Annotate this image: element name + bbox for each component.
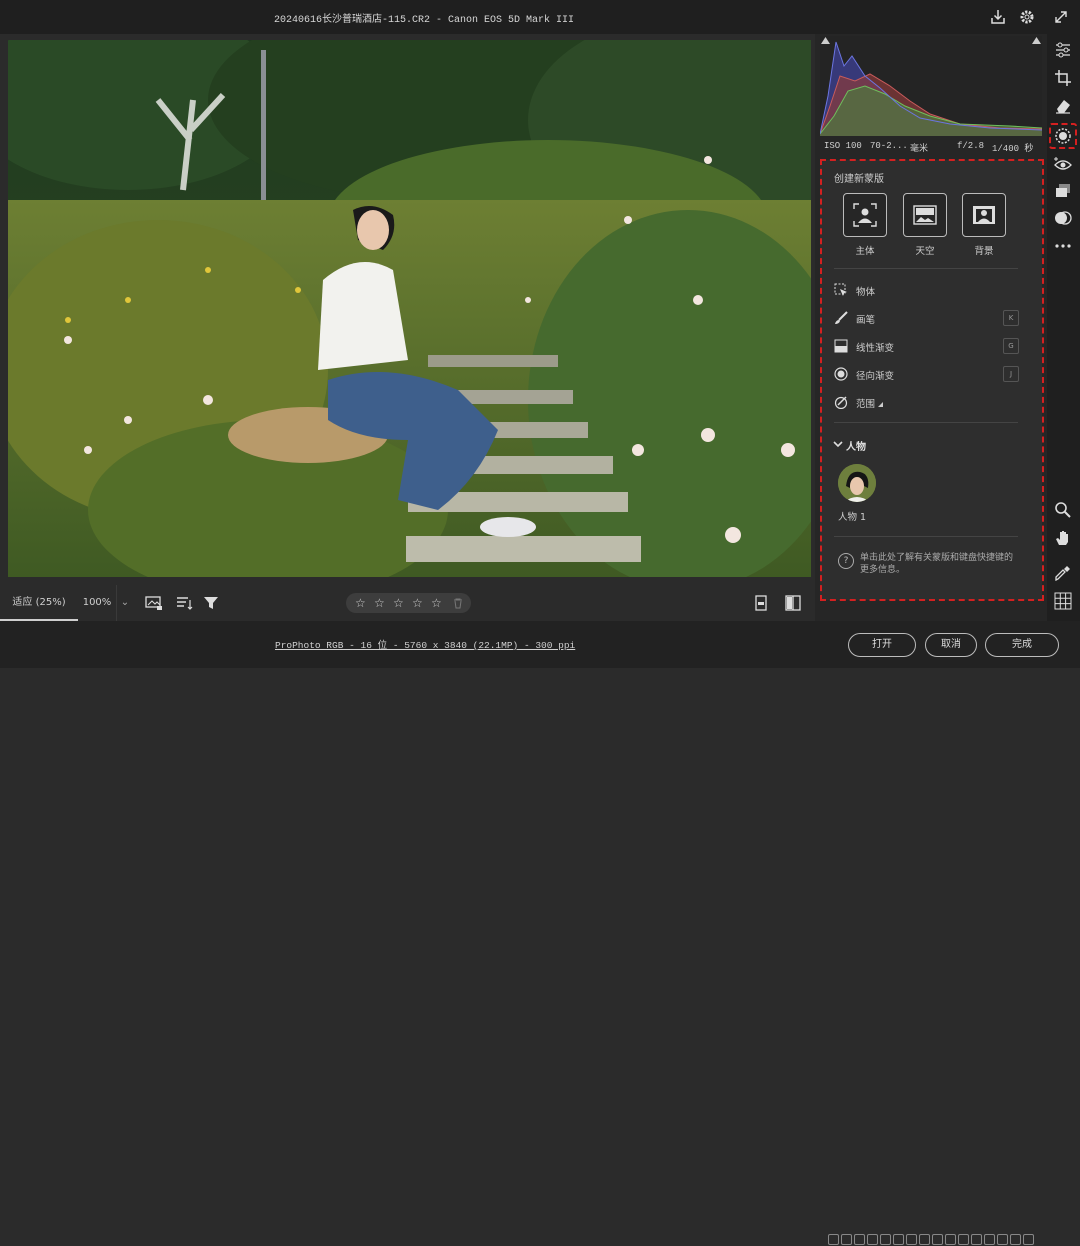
exif-focal-unit: 毫米 bbox=[910, 144, 929, 154]
rating-star-5[interactable]: ☆ bbox=[431, 596, 442, 610]
right-tool-strip bbox=[1047, 34, 1080, 621]
footer-bar: ProPhoto RGB - 16 位 - 5760 x 3840 (22.1M… bbox=[0, 621, 1080, 1245]
zoom-fit-button[interactable]: 适应 (25%) bbox=[0, 585, 78, 621]
rating-star-4[interactable]: ☆ bbox=[412, 596, 423, 610]
trash-icon[interactable] bbox=[453, 598, 463, 609]
preset-thumb-icon[interactable] bbox=[971, 1234, 982, 1245]
grid-icon[interactable] bbox=[1054, 592, 1072, 610]
preset-thumb-icon[interactable] bbox=[945, 1234, 956, 1245]
presets-icon[interactable] bbox=[1054, 209, 1072, 227]
preset-thumb-icon[interactable] bbox=[854, 1234, 865, 1245]
photo-canvas[interactable] bbox=[8, 40, 811, 577]
done-button[interactable]: 完成 bbox=[985, 633, 1059, 657]
preset-icon-row bbox=[828, 1234, 1040, 1246]
window-title: 20240616长沙普瑞酒店-115.CR2 - Canon EOS 5D Ma… bbox=[274, 15, 575, 26]
exif-aperture: f/2.8 bbox=[957, 141, 985, 151]
title-bar: 20240616长沙普瑞酒店-115.CR2 - Canon EOS 5D Ma… bbox=[0, 0, 1080, 34]
save-icon[interactable] bbox=[989, 8, 1007, 26]
sort-list-icon[interactable] bbox=[176, 595, 194, 611]
open-button[interactable]: 打开 bbox=[848, 633, 916, 657]
before-after-icon[interactable] bbox=[784, 595, 802, 611]
edit-sliders-icon[interactable] bbox=[1054, 41, 1072, 59]
histogram bbox=[819, 36, 1043, 136]
more-options-icon[interactable] bbox=[1054, 237, 1072, 255]
rating-star-1[interactable]: ☆ bbox=[355, 596, 366, 610]
zoom-icon[interactable] bbox=[1054, 501, 1072, 519]
shadow-clip-warning-icon[interactable] bbox=[821, 37, 830, 44]
highlight-annotation-box bbox=[820, 159, 1044, 601]
highlight-clip-warning-icon[interactable] bbox=[1032, 37, 1041, 44]
preset-thumb-icon[interactable] bbox=[932, 1234, 943, 1245]
workflow-options-link[interactable]: ProPhoto RGB - 16 位 - 5760 x 3840 (22.1M… bbox=[275, 637, 575, 651]
exif-focal: 70-2... bbox=[870, 141, 908, 151]
fullscreen-icon[interactable] bbox=[1052, 8, 1070, 26]
settings-gear-icon[interactable] bbox=[1018, 8, 1036, 26]
preset-thumb-icon[interactable] bbox=[997, 1234, 1008, 1245]
exif-iso: ISO 100 bbox=[824, 141, 862, 151]
zoom-100-button[interactable]: 100% bbox=[78, 585, 116, 621]
image-view-icon[interactable] bbox=[145, 595, 163, 611]
view-toolbar: 适应 (25%) 100% ⌄ ☆ ☆ ☆ ☆ ☆ bbox=[0, 585, 815, 621]
eyedropper-icon[interactable] bbox=[1054, 564, 1072, 582]
heal-eraser-icon[interactable] bbox=[1054, 97, 1072, 115]
masking-icon[interactable] bbox=[1054, 127, 1072, 145]
zoom-dropdown-chevron-icon[interactable]: ⌄ bbox=[116, 585, 133, 621]
preset-thumb-icon[interactable] bbox=[867, 1234, 878, 1245]
preset-thumb-icon[interactable] bbox=[984, 1234, 995, 1245]
preset-thumb-icon[interactable] bbox=[880, 1234, 891, 1245]
snapshots-icon[interactable] bbox=[1054, 182, 1072, 200]
preset-thumb-icon[interactable] bbox=[841, 1234, 852, 1245]
preset-thumb-icon[interactable] bbox=[893, 1234, 904, 1245]
crop-icon[interactable] bbox=[1054, 69, 1072, 87]
cancel-button[interactable]: 取消 bbox=[925, 633, 977, 657]
preset-thumb-icon[interactable] bbox=[906, 1234, 917, 1245]
preset-thumb-icon[interactable] bbox=[1010, 1234, 1021, 1245]
red-eye-icon[interactable] bbox=[1054, 156, 1072, 174]
star-rating[interactable]: ☆ ☆ ☆ ☆ ☆ bbox=[346, 593, 471, 613]
filter-icon[interactable] bbox=[203, 595, 221, 611]
preset-thumb-icon[interactable] bbox=[1023, 1234, 1034, 1245]
preset-thumb-icon[interactable] bbox=[919, 1234, 930, 1245]
preset-thumb-icon[interactable] bbox=[958, 1234, 969, 1245]
preset-thumb-icon[interactable] bbox=[828, 1234, 839, 1245]
rating-star-2[interactable]: ☆ bbox=[374, 596, 385, 610]
hand-icon[interactable] bbox=[1054, 529, 1072, 547]
rating-star-3[interactable]: ☆ bbox=[393, 596, 404, 610]
exif-shutter: 1/400 秒 bbox=[992, 144, 1034, 154]
compare-single-icon[interactable] bbox=[752, 595, 770, 611]
